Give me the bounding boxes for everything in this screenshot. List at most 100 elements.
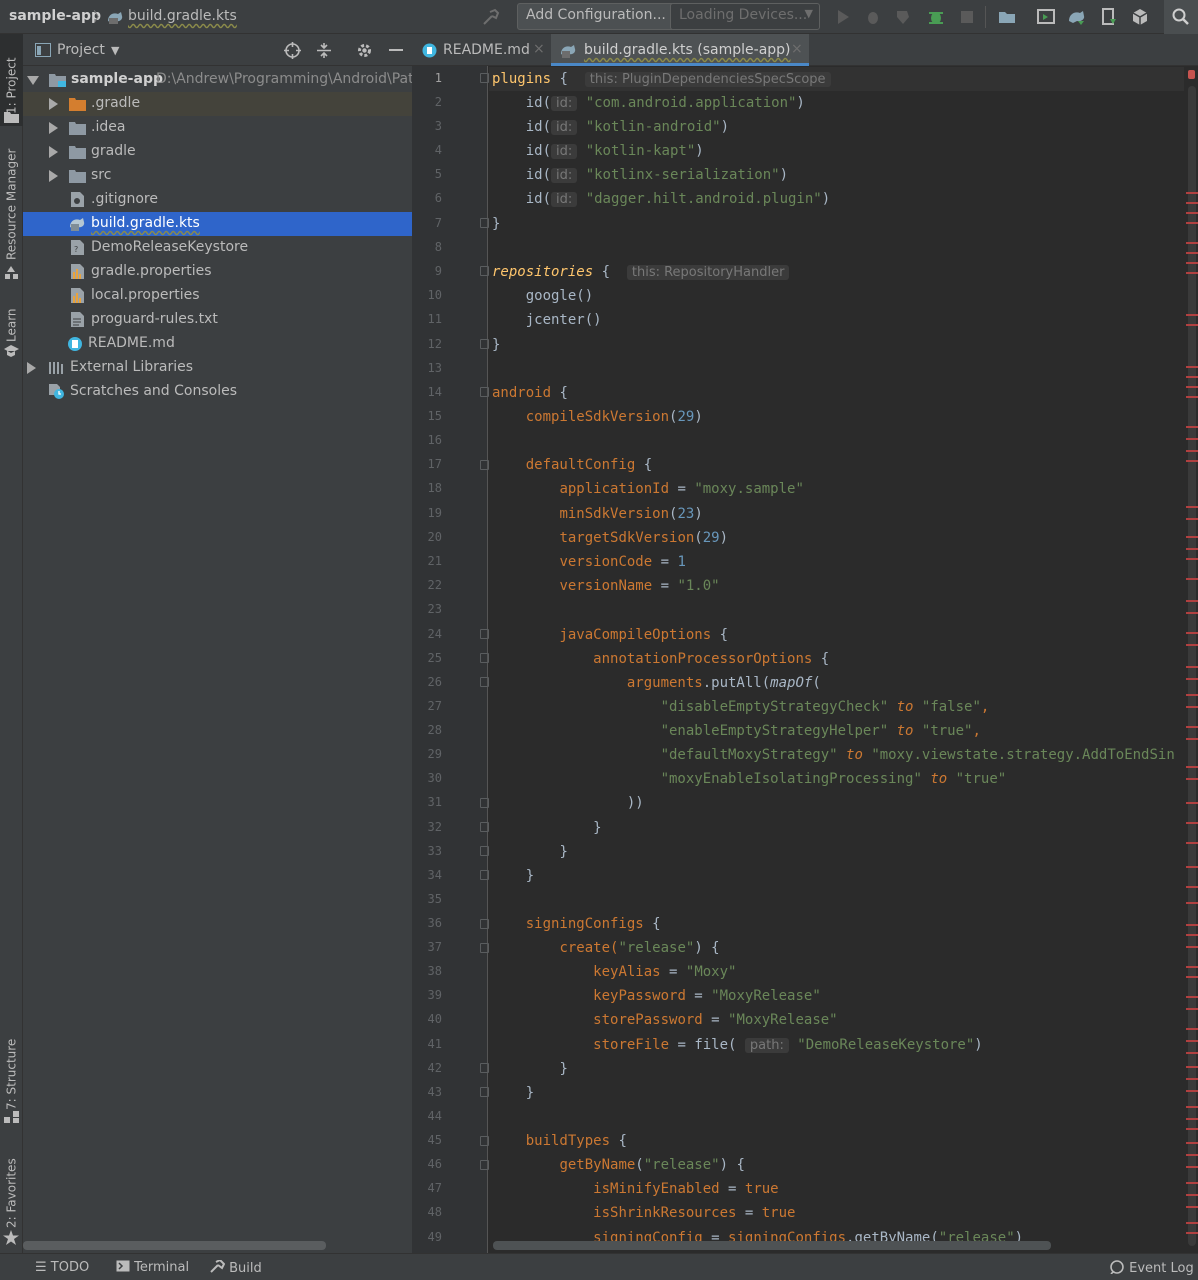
- expanded-arrow-icon[interactable]: [27, 76, 39, 85]
- error-mark[interactable]: [1186, 1128, 1198, 1130]
- error-mark[interactable]: [1186, 1106, 1198, 1108]
- fold-marker[interactable]: [480, 1063, 489, 1073]
- error-mark[interactable]: [1186, 842, 1198, 844]
- error-mark[interactable]: [1186, 376, 1198, 378]
- error-mark[interactable]: [1186, 946, 1198, 948]
- error-mark[interactable]: [1186, 460, 1198, 462]
- tool-tab-event-log[interactable]: Event Log: [1110, 1260, 1194, 1276]
- tree-item-proguard-rules[interactable]: proguard-rules.txt: [23, 308, 412, 332]
- tree-item-gitignore[interactable]: .gitignore: [23, 188, 412, 212]
- error-mark[interactable]: [1186, 902, 1198, 904]
- error-mark[interactable]: [1186, 706, 1198, 708]
- tool-tab-structure[interactable]: 7: Structure: [0, 1038, 23, 1110]
- error-stripe[interactable]: [1184, 66, 1198, 1253]
- error-indicator-icon[interactable]: [1188, 70, 1195, 79]
- tool-tab-terminal[interactable]: Terminal: [116, 1260, 189, 1275]
- close-icon[interactable]: ×: [791, 41, 803, 57]
- error-mark[interactable]: [1186, 262, 1198, 264]
- tool-tab-learn[interactable]: Learn: [0, 306, 23, 342]
- error-mark[interactable]: [1186, 600, 1198, 602]
- error-mark[interactable]: [1186, 536, 1198, 538]
- error-mark[interactable]: [1186, 934, 1198, 936]
- error-mark[interactable]: [1186, 222, 1198, 224]
- error-mark[interactable]: [1186, 1052, 1198, 1054]
- error-mark[interactable]: [1186, 612, 1198, 614]
- tab-build-gradle-kts[interactable]: build.gradle.kts (sample-app) ×: [551, 34, 809, 66]
- fold-marker[interactable]: [480, 846, 489, 856]
- fold-marker[interactable]: [480, 943, 489, 953]
- hide-panel-icon[interactable]: [389, 49, 403, 51]
- error-mark[interactable]: [1186, 778, 1198, 780]
- fold-marker[interactable]: [480, 73, 489, 83]
- error-mark[interactable]: [1186, 738, 1198, 740]
- collapsed-arrow-icon[interactable]: [49, 98, 58, 110]
- error-mark[interactable]: [1186, 924, 1198, 926]
- error-mark[interactable]: [1186, 1066, 1198, 1068]
- locate-file-icon[interactable]: [284, 42, 301, 59]
- error-mark[interactable]: [1186, 996, 1198, 998]
- error-mark[interactable]: [1186, 450, 1198, 452]
- tool-tab-resource-manager[interactable]: Resource Manager: [0, 149, 23, 260]
- run-icon[interactable]: [833, 7, 853, 27]
- error-mark[interactable]: [1186, 1040, 1198, 1042]
- fold-marker[interactable]: [480, 1160, 489, 1170]
- error-mark[interactable]: [1186, 426, 1198, 428]
- error-mark[interactable]: [1186, 976, 1198, 978]
- project-view-selector[interactable]: Project: [57, 42, 105, 58]
- fold-marker[interactable]: [480, 677, 489, 687]
- error-mark[interactable]: [1186, 1078, 1198, 1080]
- tree-item-sample-app[interactable]: sample-app D:\Andrew\Programming\Android…: [23, 68, 428, 92]
- error-mark[interactable]: [1186, 1232, 1198, 1234]
- error-mark[interactable]: [1186, 212, 1198, 214]
- tree-item-local-properties[interactable]: local.properties: [23, 284, 412, 308]
- error-mark[interactable]: [1186, 822, 1198, 824]
- error-mark[interactable]: [1186, 694, 1198, 696]
- apply-changes-icon[interactable]: [926, 7, 946, 27]
- fold-marker[interactable]: [480, 218, 489, 228]
- error-mark[interactable]: [1186, 644, 1198, 646]
- horizontal-scrollbar[interactable]: [23, 1241, 326, 1250]
- stop-icon[interactable]: [957, 7, 977, 27]
- tree-item-idea[interactable]: .idea: [23, 116, 412, 140]
- editor-horizontal-scrollbar[interactable]: [493, 1241, 1051, 1250]
- collapsed-arrow-icon[interactable]: [27, 362, 36, 374]
- fold-marker[interactable]: [480, 1136, 489, 1146]
- chevron-down-icon[interactable]: ▼: [111, 44, 119, 57]
- error-mark[interactable]: [1186, 272, 1198, 274]
- error-mark[interactable]: [1186, 1222, 1198, 1224]
- breadcrumb-file[interactable]: build.gradle.kts: [128, 8, 237, 24]
- tree-item-build-gradle-kts[interactable]: build.gradle.kts: [23, 212, 412, 236]
- tree-item-external-libraries[interactable]: External Libraries: [23, 356, 412, 380]
- fold-marker[interactable]: [480, 460, 489, 470]
- error-mark[interactable]: [1186, 1142, 1198, 1144]
- tree-item-src[interactable]: src: [23, 164, 412, 188]
- tree-item-readme[interactable]: README.md: [23, 332, 412, 356]
- fold-marker[interactable]: [480, 870, 489, 880]
- add-configuration-button[interactable]: Add Configuration...: [517, 3, 675, 30]
- code-editor[interactable]: plugins { this: PluginDependenciesSpecSc…: [489, 66, 1184, 1253]
- error-mark[interactable]: [1186, 1090, 1198, 1092]
- tool-tab-project[interactable]: 1: Project: [0, 42, 23, 114]
- error-mark[interactable]: [1186, 726, 1198, 728]
- search-everywhere-button[interactable]: [1164, 0, 1198, 34]
- error-mark[interactable]: [1186, 678, 1198, 680]
- error-mark[interactable]: [1186, 518, 1198, 520]
- close-icon[interactable]: ×: [533, 41, 545, 57]
- device-selector[interactable]: Loading Devices... ▼: [670, 3, 820, 30]
- gear-icon[interactable]: [356, 42, 373, 59]
- error-mark[interactable]: [1186, 1008, 1198, 1010]
- error-mark[interactable]: [1186, 252, 1198, 254]
- error-mark[interactable]: [1186, 438, 1198, 440]
- error-mark[interactable]: [1186, 558, 1198, 560]
- error-mark[interactable]: [1186, 966, 1198, 968]
- error-mark[interactable]: [1186, 1206, 1198, 1208]
- error-mark[interactable]: [1186, 632, 1198, 634]
- error-mark[interactable]: [1186, 314, 1198, 316]
- hammer-build-icon[interactable]: [481, 7, 501, 27]
- error-mark[interactable]: [1186, 1182, 1198, 1184]
- collapsed-arrow-icon[interactable]: [49, 146, 58, 158]
- collapsed-arrow-icon[interactable]: [49, 170, 58, 182]
- avd-manager-icon[interactable]: [1036, 7, 1056, 27]
- fold-marker[interactable]: [480, 1087, 489, 1097]
- fold-marker[interactable]: [480, 919, 489, 929]
